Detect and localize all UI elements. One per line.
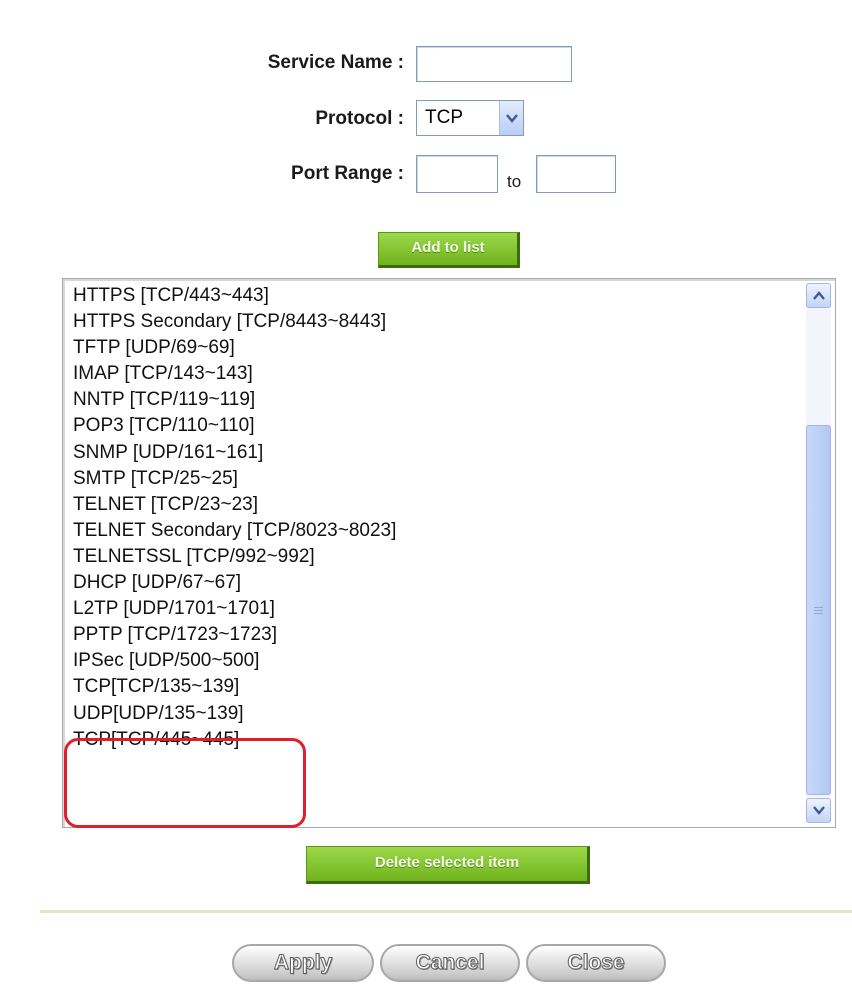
service-list-item[interactable]: TELNETSSL [TCP/992~992] bbox=[73, 544, 801, 570]
service-list-item[interactable]: NNTP [TCP/119~119] bbox=[73, 387, 801, 413]
service-list-item[interactable]: TFTP [UDP/69~69] bbox=[73, 335, 801, 361]
service-list-item[interactable]: PPTP [TCP/1723~1723] bbox=[73, 622, 801, 648]
service-name-input[interactable] bbox=[416, 46, 572, 82]
add-to-list-button[interactable]: Add to list bbox=[378, 232, 520, 268]
cancel-button[interactable]: Cancel bbox=[380, 944, 520, 982]
list-scrollbar[interactable] bbox=[806, 283, 831, 823]
service-list-item[interactable]: HTTPS Secondary [TCP/8443~8443] bbox=[73, 309, 801, 335]
port-range-label: Port Range : bbox=[291, 163, 404, 184]
chevron-up-icon bbox=[812, 291, 825, 300]
service-name-label: Service Name : bbox=[267, 52, 404, 73]
service-list-item[interactable]: IPSec [UDP/500~500] bbox=[73, 648, 801, 674]
delete-selected-item-button[interactable]: Delete selected item bbox=[306, 846, 590, 884]
apply-button[interactable]: Apply bbox=[232, 944, 374, 982]
service-list-items: HTTPS [TCP/443~443] HTTPS Secondary [TCP/… bbox=[73, 283, 801, 753]
chevron-down-icon[interactable] bbox=[499, 101, 523, 135]
service-list-item[interactable]: IMAP [TCP/143~143] bbox=[73, 361, 801, 387]
chevron-down-icon bbox=[812, 806, 825, 815]
service-list-item[interactable]: SMTP [TCP/25~25] bbox=[73, 466, 801, 492]
protocol-label: Protocol : bbox=[315, 108, 404, 129]
highlight-annotation bbox=[64, 738, 306, 828]
service-list-item[interactable]: DHCP [UDP/67~67] bbox=[73, 570, 801, 596]
port-to-input[interactable] bbox=[536, 155, 616, 193]
port-from-input[interactable] bbox=[416, 155, 498, 193]
service-list-item[interactable]: TCP[TCP/135~139] bbox=[73, 674, 801, 700]
protocol-selected-value: TCP bbox=[425, 107, 463, 128]
close-button[interactable]: Close bbox=[526, 944, 666, 982]
grip-icon bbox=[814, 609, 823, 611]
service-list-item[interactable]: TELNET Secondary [TCP/8023~8023] bbox=[73, 518, 801, 544]
scroll-up-button[interactable] bbox=[806, 283, 831, 308]
scroll-thumb[interactable] bbox=[806, 425, 831, 795]
service-list-item[interactable]: HTTPS [TCP/443~443] bbox=[73, 283, 801, 309]
protocol-select[interactable]: TCP bbox=[416, 100, 524, 136]
divider bbox=[40, 910, 852, 913]
service-list-item[interactable]: UDP[UDP/135~139] bbox=[73, 701, 801, 727]
service-list-item[interactable]: L2TP [UDP/1701~1701] bbox=[73, 596, 801, 622]
service-list-item[interactable]: TELNET [TCP/23~23] bbox=[73, 492, 801, 518]
port-to-label: to bbox=[507, 172, 522, 191]
scroll-down-button[interactable] bbox=[806, 798, 831, 823]
service-list-item[interactable]: SNMP [UDP/161~161] bbox=[73, 440, 801, 466]
service-list-item[interactable]: POP3 [TCP/110~110] bbox=[73, 413, 801, 439]
